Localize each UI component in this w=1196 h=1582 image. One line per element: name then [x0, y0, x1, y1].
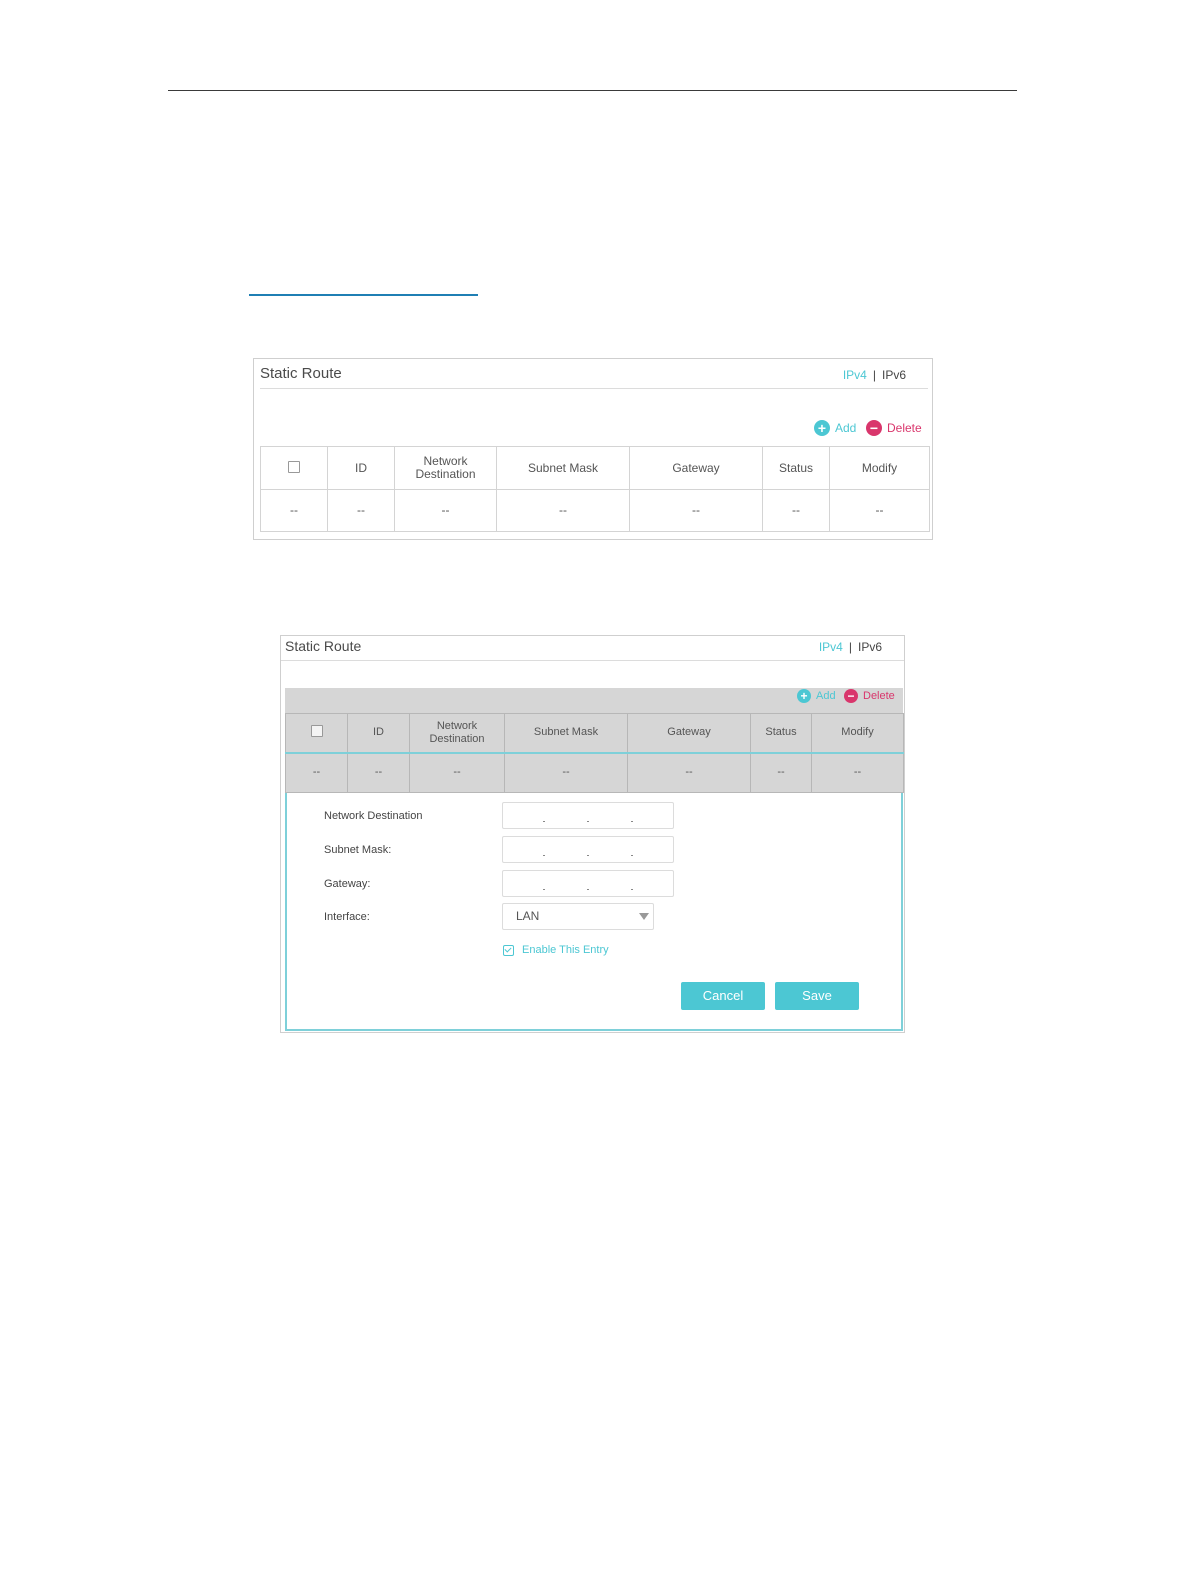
column-header: Modify	[829, 446, 930, 490]
checkbox-checked-icon	[503, 944, 514, 956]
table-cell: --	[811, 751, 904, 793]
select-all-checkbox[interactable]	[285, 713, 348, 753]
subnet-mask-label: Subnet Mask:	[324, 844, 392, 856]
table-cell: --	[750, 751, 812, 793]
tab-separator: |	[848, 640, 852, 654]
table-cell: --	[627, 751, 751, 793]
panel-title: Static Route	[285, 638, 362, 654]
save-button[interactable]: Save	[775, 982, 859, 1010]
table-cell: --	[829, 489, 930, 532]
table-row: -- -- -- -- -- -- --	[260, 489, 930, 532]
column-header: ID	[347, 713, 410, 753]
tab-ipv4[interactable]: IPv4	[843, 368, 867, 382]
column-header: Status	[750, 713, 812, 753]
table-cell: --	[762, 489, 830, 532]
interface-select[interactable]: LAN	[502, 903, 654, 930]
delete-button[interactable]: − Delete	[844, 689, 895, 703]
table-cell: --	[504, 751, 628, 793]
route-table: ID Network Destination Subnet Mask Gatew…	[285, 713, 904, 793]
table-cell: --	[496, 489, 630, 532]
column-header: Status	[762, 446, 830, 490]
tab-ipv6[interactable]: IPv6	[858, 640, 882, 654]
network-destination-label: Network Destination	[324, 810, 423, 822]
ip-version-switch: IPv4 | IPv6	[819, 640, 882, 654]
minus-icon: −	[844, 689, 858, 703]
gateway-input[interactable]	[502, 870, 674, 897]
plus-icon: +	[814, 420, 830, 436]
table-cell: --	[327, 489, 395, 532]
column-header: Network Destination	[409, 713, 505, 753]
table-header: ID Network Destination Subnet Mask Gatew…	[285, 713, 904, 753]
add-label: Add	[816, 690, 836, 702]
column-header: Subnet Mask	[496, 446, 630, 490]
panel-title: Static Route	[260, 365, 342, 382]
gateway-label: Gateway:	[324, 878, 371, 890]
add-label: Add	[835, 421, 857, 435]
tab-ipv6[interactable]: IPv6	[882, 368, 906, 382]
dropdown-arrow-icon	[639, 913, 649, 920]
title-divider	[260, 388, 928, 389]
title-divider	[281, 660, 904, 661]
plus-icon: +	[797, 689, 811, 703]
edit-form: Network Destination Subnet Mask: Gateway…	[285, 793, 903, 1031]
table-cell: --	[347, 751, 410, 793]
route-table: ID Network Destination Subnet Mask Gatew…	[260, 446, 930, 532]
minus-icon: −	[866, 420, 882, 436]
network-destination-input[interactable]	[502, 802, 674, 829]
table-cell: --	[285, 751, 348, 793]
column-header: Network Destination	[394, 446, 497, 490]
page-top-rule	[168, 90, 1017, 91]
cancel-button[interactable]: Cancel	[681, 982, 765, 1010]
tab-separator: |	[872, 368, 876, 382]
column-header: ID	[327, 446, 395, 490]
delete-label: Delete	[887, 421, 922, 435]
table-cell: --	[260, 489, 328, 532]
section-underline	[249, 294, 478, 296]
column-header: Gateway	[629, 446, 763, 490]
column-header: Modify	[811, 713, 904, 753]
interface-value: LAN	[516, 909, 540, 923]
select-all-checkbox[interactable]	[260, 446, 328, 490]
static-route-panel-list: Static Route IPv4 | IPv6 + Add − Delete ID…	[253, 358, 933, 540]
static-route-panel-edit: Static Route IPv4 | IPv6 + Add − Delete ID…	[280, 635, 905, 1033]
add-button[interactable]: + Add	[814, 420, 856, 436]
column-header: Gateway	[627, 713, 751, 753]
table-cell: --	[409, 751, 505, 793]
delete-button[interactable]: − Delete	[866, 420, 922, 436]
subnet-mask-input[interactable]	[502, 836, 674, 863]
table-cell: --	[394, 489, 497, 532]
delete-label: Delete	[863, 690, 895, 702]
enable-entry-label: Enable This Entry	[522, 944, 609, 956]
enable-entry-checkbox[interactable]: Enable This Entry	[503, 944, 609, 956]
add-button[interactable]: + Add	[797, 689, 836, 703]
column-header: Subnet Mask	[504, 713, 628, 753]
ip-version-switch: IPv4 | IPv6	[843, 368, 906, 382]
table-row: -- -- -- -- -- -- --	[285, 751, 904, 793]
interface-label: Interface:	[324, 911, 370, 923]
tab-ipv4[interactable]: IPv4	[819, 640, 843, 654]
table-cell: --	[629, 489, 763, 532]
table-header: ID Network Destination Subnet Mask Gatew…	[260, 446, 930, 490]
